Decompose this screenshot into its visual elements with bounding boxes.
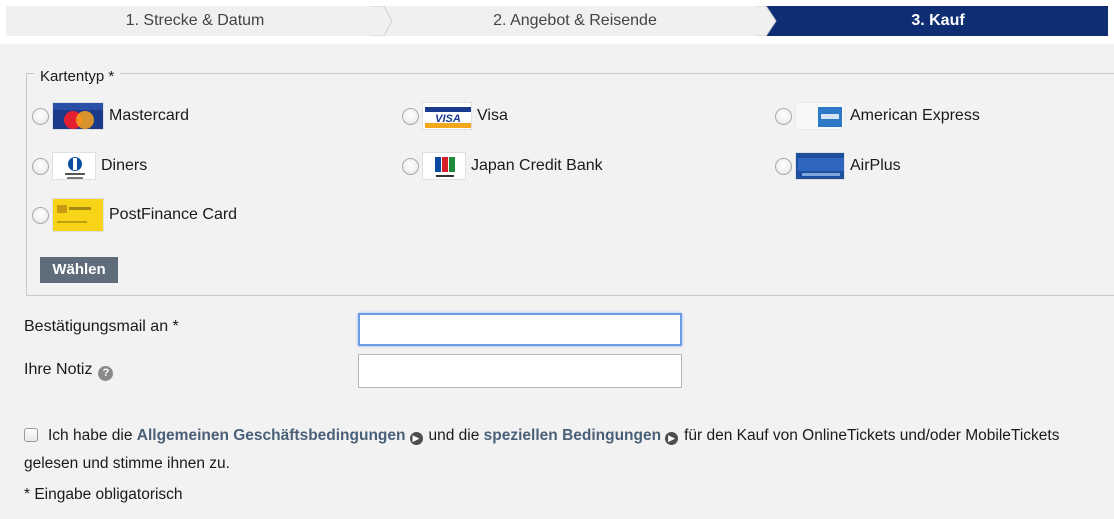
email-label: Bestätigungsmail an * bbox=[24, 318, 179, 335]
radio-button[interactable] bbox=[775, 107, 792, 125]
radio-button[interactable] bbox=[402, 107, 419, 125]
terms-agreement: Ich habe die Allgemeinen Geschäftsbeding… bbox=[24, 422, 1104, 478]
step-separator-icon bbox=[756, 6, 780, 36]
general-terms-link[interactable]: Allgemeinen Geschäftsbedingungen bbox=[137, 427, 406, 444]
card-option-label: Japan Credit Bank bbox=[471, 157, 603, 174]
radio-button[interactable] bbox=[775, 157, 792, 175]
card-option-airplus[interactable]: AirPlus bbox=[775, 152, 901, 180]
card-type-legend: Kartentyp * bbox=[34, 68, 121, 85]
mastercard-logo-icon bbox=[52, 102, 104, 130]
diners-logo-icon bbox=[52, 152, 96, 180]
help-icon[interactable]: ? bbox=[98, 366, 114, 381]
card-option-label: PostFinance Card bbox=[109, 206, 238, 223]
step-separator-icon bbox=[370, 6, 392, 36]
radio-button[interactable] bbox=[32, 206, 49, 224]
step-label: 3. Kauf bbox=[911, 12, 965, 29]
terms-checkbox[interactable] bbox=[24, 428, 38, 442]
card-option-label: American Express bbox=[850, 107, 980, 124]
radio-button[interactable] bbox=[32, 107, 49, 125]
arrow-right-icon[interactable]: ▶ bbox=[665, 432, 679, 445]
card-option-amex[interactable]: American Express bbox=[775, 102, 980, 130]
step-route-date[interactable]: 1. Strecke & Datum bbox=[6, 6, 384, 36]
radio-button[interactable] bbox=[32, 157, 49, 175]
card-option-postfinance[interactable]: PostFinance Card bbox=[32, 198, 238, 232]
radio-button[interactable] bbox=[402, 157, 419, 175]
jcb-logo-icon bbox=[422, 152, 466, 180]
progress-steps: 1. Strecke & Datum 2. Angebot & Reisende… bbox=[0, 0, 1114, 44]
card-option-label: Visa bbox=[477, 107, 508, 124]
choose-card-button[interactable]: Wählen bbox=[40, 257, 118, 283]
note-label: Ihre Notiz bbox=[24, 361, 93, 378]
svg-text:VISA: VISA bbox=[435, 113, 461, 125]
amex-logo-icon bbox=[795, 102, 845, 130]
mandatory-note: * Eingabe obligatorisch bbox=[24, 486, 183, 503]
step-label: 2. Angebot & Reisende bbox=[493, 12, 657, 29]
airplus-logo-icon bbox=[795, 152, 845, 180]
note-label-row: Ihre Notiz? bbox=[24, 361, 114, 381]
card-option-label: Diners bbox=[101, 157, 148, 174]
arrow-right-icon[interactable]: ▶ bbox=[409, 432, 423, 445]
special-terms-link[interactable]: speziellen Bedingungen bbox=[484, 427, 661, 444]
step-offer-travellers[interactable]: 2. Angebot & Reisende bbox=[386, 6, 764, 36]
visa-logo-icon: VISA bbox=[422, 102, 472, 130]
step-label: 1. Strecke & Datum bbox=[125, 12, 265, 29]
step-purchase: 3. Kauf bbox=[768, 6, 1108, 36]
card-option-visa[interactable]: VISA Visa bbox=[402, 102, 508, 130]
email-field[interactable] bbox=[358, 313, 682, 346]
note-field[interactable] bbox=[358, 354, 682, 388]
card-option-label: AirPlus bbox=[850, 157, 901, 174]
terms-middle: und die bbox=[428, 427, 480, 444]
card-option-mastercard[interactable]: Mastercard bbox=[32, 102, 189, 130]
card-option-diners[interactable]: Diners bbox=[32, 152, 147, 180]
postfinance-logo-icon bbox=[52, 198, 104, 232]
card-option-label: Mastercard bbox=[109, 107, 190, 124]
terms-prefix: Ich habe die bbox=[48, 427, 133, 444]
card-option-jcb[interactable]: Japan Credit Bank bbox=[402, 152, 603, 180]
